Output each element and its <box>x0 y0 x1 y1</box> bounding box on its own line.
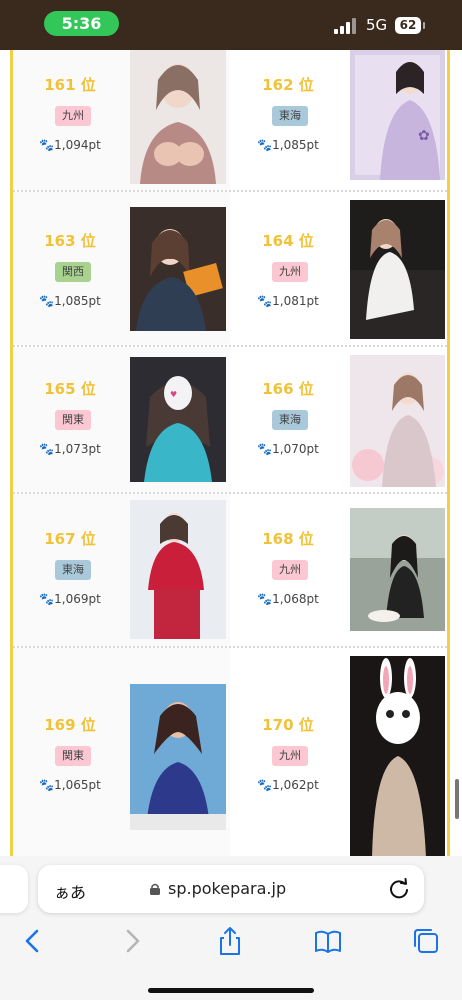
rank-label: 164 位 <box>262 232 314 250</box>
cast-photo[interactable] <box>350 355 445 487</box>
scrollbar[interactable] <box>455 779 459 819</box>
page-settings-button[interactable]: ぁあ <box>54 879 86 903</box>
region-badge: 東海 <box>272 410 308 430</box>
signal-icon <box>334 18 356 34</box>
address-bar[interactable]: ぁあ sp.pokepara.jp <box>38 865 424 913</box>
browser-toolbar: ぁあ sp.pokepara.jp <box>0 856 462 1000</box>
url-text: sp.pokepara.jp <box>168 879 287 898</box>
cast-photo[interactable] <box>130 684 226 830</box>
previous-tab-preview[interactable] <box>0 865 28 913</box>
region-badge: 東海 <box>55 560 91 580</box>
rank-label: 170 位 <box>262 716 314 734</box>
points-label: 🐾1,070pt <box>257 442 319 456</box>
ranking-page: 161 位 九州 🐾1,094pt 162 位 東海 🐾1,085pt ✿ 16… <box>0 50 462 856</box>
cast-photo[interactable] <box>350 656 445 856</box>
ranking-card[interactable]: 163 位 関西 🐾1,085pt <box>13 192 230 345</box>
ranking-card[interactable]: 164 位 九州 🐾1,081pt <box>230 192 447 345</box>
cast-photo[interactable] <box>350 508 445 631</box>
cast-photo[interactable] <box>130 207 226 331</box>
ranking-card[interactable]: 169 位 関東 🐾1,065pt <box>13 648 230 856</box>
ranking-row: 161 位 九州 🐾1,094pt 162 位 東海 🐾1,085pt ✿ <box>13 50 447 192</box>
points-label: 🐾1,065pt <box>39 778 101 792</box>
status-time: 5:36 <box>44 11 119 36</box>
ranking-row: 169 位 関東 🐾1,065pt 170 位 九州 🐾1,062pt <box>13 648 447 856</box>
rank-label: 169 位 <box>44 716 96 734</box>
points-label: 🐾1,094pt <box>39 138 101 152</box>
rank-label: 166 位 <box>262 380 314 398</box>
region-badge: 九州 <box>55 106 91 126</box>
cast-photo[interactable] <box>130 500 226 639</box>
rank-label: 161 位 <box>44 76 96 94</box>
rank-label: 168 位 <box>262 530 314 548</box>
ranking-row: 167 位 東海 🐾1,069pt 168 位 九州 🐾1,068pt <box>13 494 447 648</box>
region-badge: 関西 <box>55 262 91 282</box>
tabs-icon[interactable] <box>411 926 441 956</box>
ranking-row: 165 位 関東 🐾1,073pt ♥ 166 位 東海 🐾1,070pt <box>13 347 447 494</box>
ranking-card[interactable]: 161 位 九州 🐾1,094pt <box>13 50 230 190</box>
region-badge: 関東 <box>55 746 91 766</box>
ranking-card[interactable]: 168 位 九州 🐾1,068pt <box>230 494 447 646</box>
region-badge: 九州 <box>272 262 308 282</box>
reload-icon[interactable] <box>388 878 410 900</box>
bookmarks-icon[interactable] <box>313 926 343 956</box>
cast-photo[interactable]: ♥ <box>130 357 226 482</box>
svg-text:♥: ♥ <box>170 390 177 399</box>
points-label: 🐾1,069pt <box>39 592 101 606</box>
region-badge: 九州 <box>272 560 308 580</box>
cast-photo[interactable] <box>350 200 445 339</box>
rank-label: 162 位 <box>262 76 314 94</box>
lock-icon <box>150 883 160 895</box>
status-bar: 5:36 5G 62 <box>0 0 462 50</box>
ranking-row: 163 位 関西 🐾1,085pt 164 位 九州 🐾1,081pt <box>13 192 447 347</box>
points-label: 🐾1,062pt <box>257 778 319 792</box>
ranking-card[interactable]: 162 位 東海 🐾1,085pt ✿ <box>230 50 447 190</box>
ranking-card[interactable]: 170 位 九州 🐾1,062pt <box>230 648 447 856</box>
battery-icon: 62 <box>395 17 425 34</box>
points-label: 🐾1,085pt <box>257 138 319 152</box>
rank-label: 165 位 <box>44 380 96 398</box>
back-icon[interactable] <box>18 926 48 956</box>
rank-label: 163 位 <box>44 232 96 250</box>
network-type: 5G <box>366 16 388 34</box>
share-icon[interactable] <box>215 926 245 956</box>
home-indicator[interactable] <box>148 988 314 993</box>
ranking-card[interactable]: 165 位 関東 🐾1,073pt ♥ <box>13 347 230 492</box>
region-badge: 東海 <box>272 106 308 126</box>
points-label: 🐾1,085pt <box>39 294 101 308</box>
cast-photo[interactable] <box>130 50 226 184</box>
points-label: 🐾1,073pt <box>39 442 101 456</box>
ranking-card[interactable]: 167 位 東海 🐾1,069pt <box>13 494 230 646</box>
ranking-card[interactable]: 166 位 東海 🐾1,070pt <box>230 347 447 492</box>
cast-photo[interactable]: ✿ <box>350 50 445 180</box>
points-label: 🐾1,068pt <box>257 592 319 606</box>
rank-label: 167 位 <box>44 530 96 548</box>
points-label: 🐾1,081pt <box>257 294 319 308</box>
svg-text:✿: ✿ <box>418 128 430 144</box>
region-badge: 関東 <box>55 410 91 430</box>
region-badge: 九州 <box>272 746 308 766</box>
forward-icon[interactable] <box>117 926 147 956</box>
